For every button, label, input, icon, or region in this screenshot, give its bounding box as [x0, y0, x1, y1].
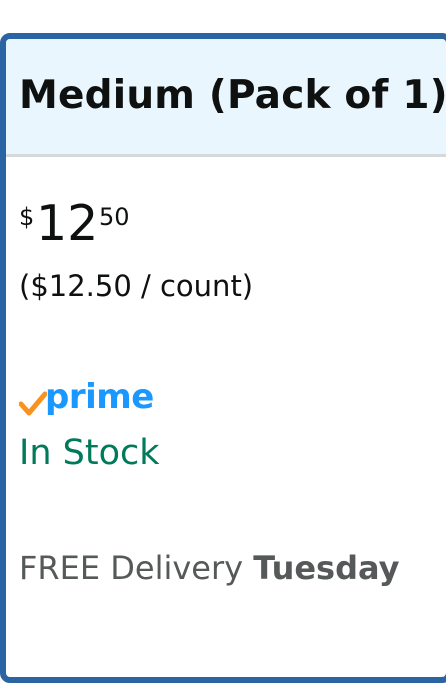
- prime-label: prime: [45, 377, 154, 417]
- size-option-card[interactable]: Medium (Pack of 1) $ 12 50 ($12.50 / cou…: [0, 33, 446, 683]
- delivery-info: FREE Delivery Tuesday: [19, 549, 399, 587]
- option-header: Medium (Pack of 1): [6, 39, 446, 157]
- option-title: Medium (Pack of 1): [19, 73, 446, 118]
- price-whole: 12: [36, 195, 99, 252]
- delivery-prefix: FREE Delivery: [19, 549, 254, 587]
- prime-badge: prime: [19, 377, 159, 419]
- price-symbol: $: [19, 203, 35, 231]
- price-fraction: 50: [99, 203, 130, 231]
- availability-status: In Stock: [19, 433, 160, 473]
- prime-check-icon: [19, 391, 47, 416]
- delivery-day: Tuesday: [253, 549, 400, 587]
- unit-price: ($12.50 / count): [19, 269, 254, 303]
